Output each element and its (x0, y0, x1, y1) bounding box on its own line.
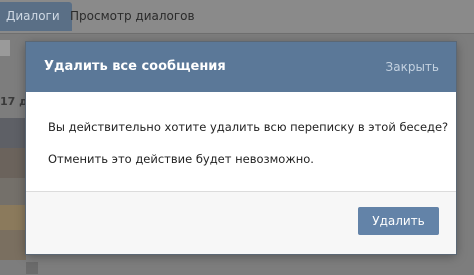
dialog-footer: Удалить (26, 191, 456, 254)
dialog-body: Вы действительно хотите удалить всю пере… (26, 92, 456, 166)
delete-button[interactable]: Удалить (358, 207, 439, 235)
avatar (0, 230, 26, 260)
background-tab-bar: Диалоги Просмотр диалогов (0, 0, 474, 34)
tab-view-dialogs[interactable]: Просмотр диалогов (70, 2, 195, 31)
background-search-field (0, 40, 10, 56)
close-link[interactable]: Закрыть (386, 60, 439, 74)
dialog-header: Удалить все сообщения Закрыть (26, 42, 456, 92)
background-dialog-count: 17 д (0, 95, 29, 108)
avatar (0, 118, 26, 148)
avatar (0, 178, 26, 208)
delete-messages-dialog: Удалить все сообщения Закрыть Вы действи… (26, 42, 456, 254)
avatar (0, 148, 26, 178)
dialog-warning: Отменить это действие будет невозможно. (48, 152, 314, 166)
dialog-message: Вы действительно хотите удалить всю пере… (48, 120, 449, 134)
tab-dialogs[interactable]: Диалоги (0, 2, 72, 31)
background-icon (26, 262, 38, 274)
dialog-title: Удалить все сообщения (44, 59, 226, 74)
